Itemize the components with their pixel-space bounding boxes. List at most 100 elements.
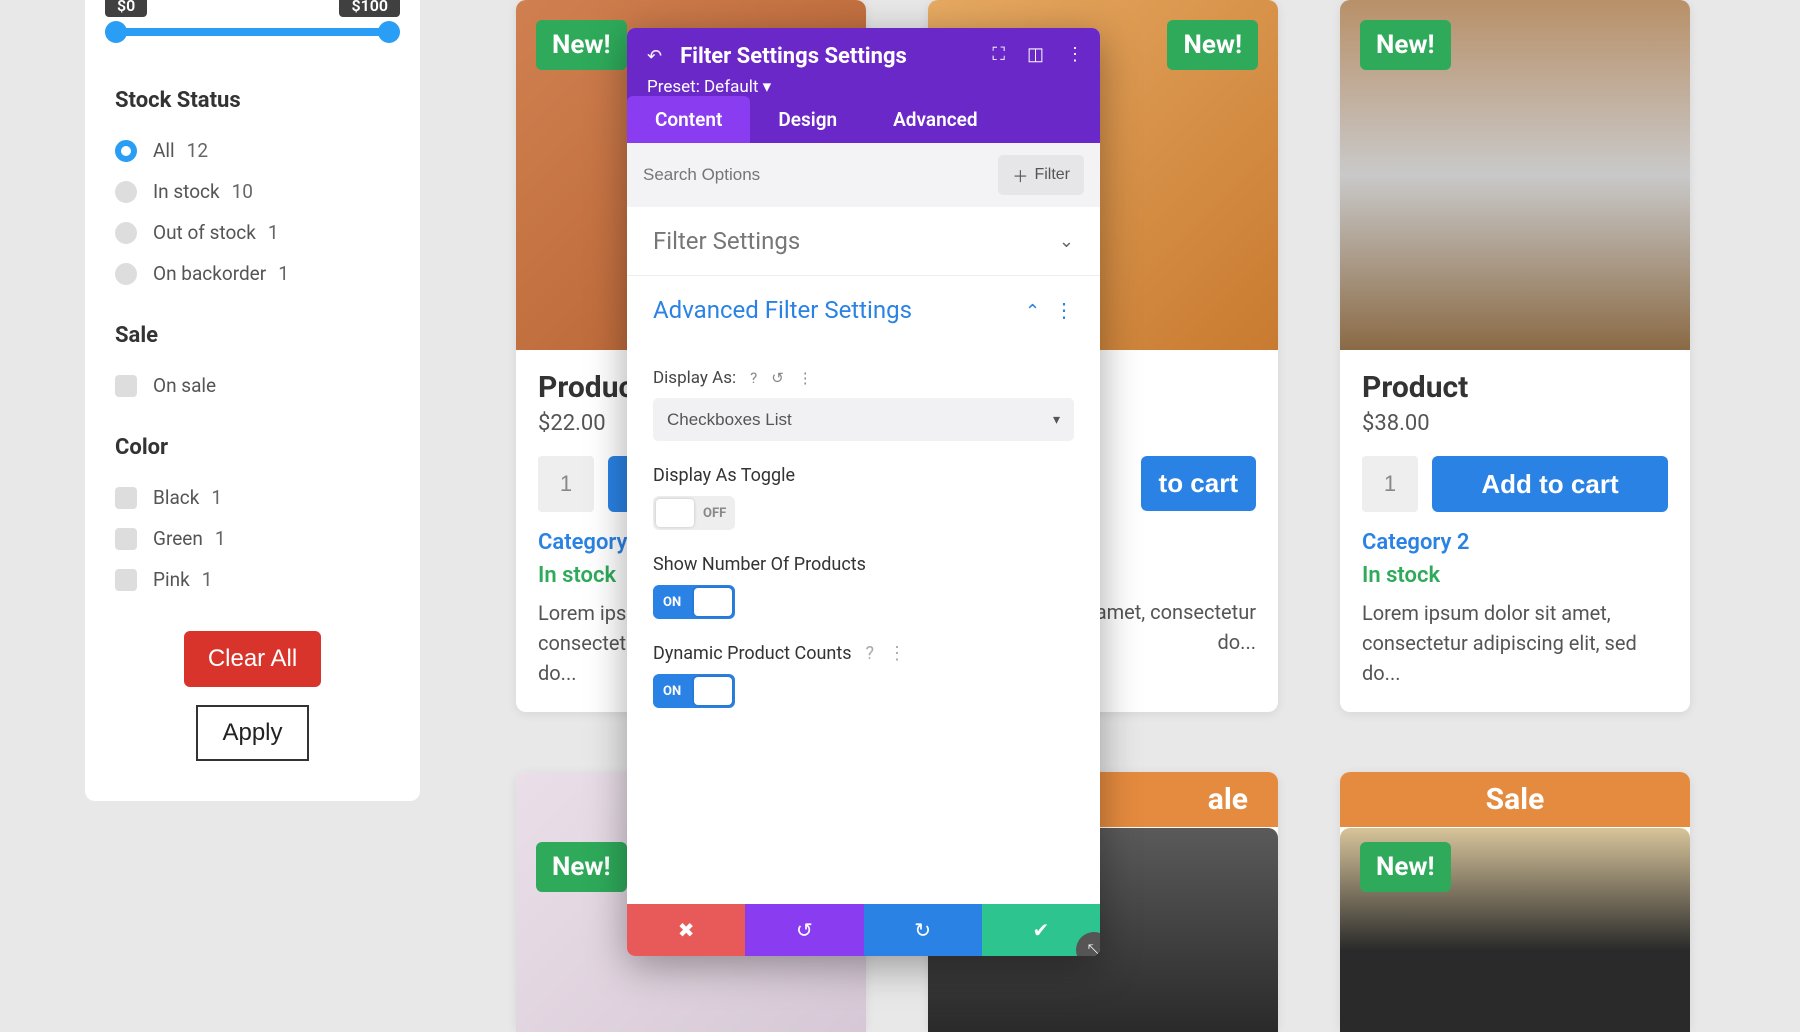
- sale-option-onsale[interactable]: On sale: [115, 374, 390, 397]
- add-to-cart-button[interactable]: Add to cart: [1432, 456, 1668, 512]
- clear-all-button[interactable]: Clear All: [184, 631, 321, 687]
- new-badge: New!: [1167, 20, 1258, 70]
- filter-sidebar: $0 $100 Stock Status All 12 In stock 10 …: [85, 0, 420, 801]
- product-stock: In stock: [1362, 563, 1668, 588]
- stock-option-outofstock[interactable]: Out of stock 1: [115, 221, 390, 244]
- toggle-state: OFF: [703, 506, 726, 521]
- radio-icon: [115, 181, 137, 203]
- option-count: 10: [232, 180, 253, 203]
- product-description: Lorem ipsum dolor sit amet, consectetur …: [1362, 598, 1668, 688]
- product-title: Product: [1362, 370, 1668, 405]
- toggle-knob: [694, 588, 732, 616]
- price-min-label: $0: [105, 0, 147, 17]
- slider-thumb-min[interactable]: [105, 21, 127, 43]
- display-as-toggle-switch[interactable]: OFF: [653, 496, 735, 530]
- option-count: 1: [278, 262, 289, 285]
- quantity-input[interactable]: [1362, 456, 1418, 512]
- product-card[interactable]: Sale New!: [1340, 772, 1690, 1032]
- toggle-knob: [694, 677, 732, 705]
- option-count: 1: [211, 486, 222, 509]
- add-to-cart-button[interactable]: to cart: [1141, 456, 1256, 511]
- filter-add-button[interactable]: ＋ Filter: [998, 155, 1084, 195]
- stock-option-instock[interactable]: In stock 10: [115, 180, 390, 203]
- tab-advanced[interactable]: Advanced: [865, 96, 1005, 143]
- sale-badge: Sale: [1340, 772, 1690, 827]
- option-count: 1: [202, 568, 213, 591]
- quantity-input[interactable]: [538, 456, 594, 512]
- field-label: Show Number Of Products: [653, 554, 1074, 575]
- stock-status-heading: Stock Status: [115, 88, 390, 113]
- display-as-select[interactable]: Checkboxes List: [653, 398, 1074, 441]
- modal-title: Filter Settings Settings: [680, 44, 907, 69]
- cancel-button[interactable]: ✖: [627, 904, 745, 956]
- field-label: Dynamic Product Counts: [653, 643, 852, 664]
- product-category[interactable]: Category 2: [1362, 530, 1668, 555]
- help-icon[interactable]: ?: [866, 643, 875, 664]
- reset-icon[interactable]: ↺: [771, 369, 784, 387]
- more-icon[interactable]: ⋮: [888, 643, 906, 664]
- sale-heading: Sale: [115, 323, 390, 348]
- checkbox-icon: [115, 569, 137, 591]
- slider-thumb-max[interactable]: [378, 21, 400, 43]
- modal-search-bar: ＋ Filter: [627, 143, 1100, 207]
- more-icon[interactable]: ⋮: [798, 369, 813, 387]
- preset-dropdown[interactable]: Preset: Default ▾: [647, 77, 1080, 97]
- option-label: On sale: [153, 374, 216, 397]
- field-label: Display As:: [653, 368, 736, 388]
- option-count: 1: [268, 221, 279, 244]
- chevron-down-icon: ⌄: [1059, 231, 1074, 252]
- new-badge: New!: [536, 842, 627, 892]
- back-icon[interactable]: ↶: [647, 46, 662, 67]
- color-option-black[interactable]: Black 1: [115, 486, 390, 509]
- slider-track[interactable]: [115, 28, 390, 36]
- group-filter-settings[interactable]: Filter Settings ⌄: [627, 207, 1100, 276]
- apply-button[interactable]: Apply: [196, 705, 308, 761]
- new-badge: New!: [1360, 20, 1451, 70]
- search-input[interactable]: [643, 165, 908, 185]
- help-icon[interactable]: ?: [750, 369, 757, 387]
- checkbox-icon: [115, 487, 137, 509]
- columns-icon[interactable]: ◫: [1027, 44, 1044, 65]
- plus-icon: ＋: [1012, 163, 1028, 187]
- option-label: Pink: [153, 568, 190, 591]
- toggle-state: ON: [663, 595, 681, 610]
- group-title: Filter Settings: [653, 227, 800, 255]
- option-count: 1: [215, 527, 226, 550]
- stock-option-backorder[interactable]: On backorder 1: [115, 262, 390, 285]
- field-display-as: Display As: ? ↺ ⋮ Checkboxes List ▾: [627, 344, 1100, 441]
- modal-tabs: Content Design Advanced: [627, 96, 1100, 143]
- toggle-knob: [656, 499, 694, 527]
- product-price: $38.00: [1362, 411, 1668, 436]
- color-option-green[interactable]: Green 1: [115, 527, 390, 550]
- filter-btn-label: Filter: [1034, 166, 1070, 184]
- dynamic-counts-toggle-switch[interactable]: ON: [653, 674, 735, 708]
- price-max-label: $100: [339, 0, 400, 17]
- more-icon[interactable]: ⋮: [1054, 298, 1074, 322]
- group-advanced-filter-settings[interactable]: Advanced Filter Settings ⌃ ⋮: [627, 276, 1100, 344]
- radio-icon: [115, 140, 137, 162]
- more-icon[interactable]: ⋮: [1066, 44, 1084, 65]
- modal-footer: ✖ ↺ ↻ ✔: [627, 904, 1100, 956]
- toggle-state: ON: [663, 684, 681, 699]
- show-number-toggle-switch[interactable]: ON: [653, 585, 735, 619]
- checkbox-icon: [115, 375, 137, 397]
- price-range-slider[interactable]: $0 $100: [105, 0, 400, 50]
- chevron-up-icon: ⌃: [1025, 301, 1040, 322]
- radio-icon: [115, 263, 137, 285]
- tab-design[interactable]: Design: [750, 96, 865, 143]
- redo-button[interactable]: ↻: [864, 904, 982, 956]
- option-label: In stock: [153, 180, 220, 203]
- filter-settings-modal: ↶ Filter Settings Settings Preset: Defau…: [627, 28, 1100, 956]
- option-count: 12: [187, 139, 208, 162]
- radio-icon: [115, 222, 137, 244]
- new-badge: New!: [536, 20, 627, 70]
- stock-option-all[interactable]: All 12: [115, 139, 390, 162]
- product-card[interactable]: New! Product $38.00 Add to cart Category…: [1340, 0, 1690, 712]
- option-label: Green: [153, 527, 203, 550]
- color-option-pink[interactable]: Pink 1: [115, 568, 390, 591]
- expand-icon[interactable]: ⛶: [992, 44, 1005, 65]
- group-title: Advanced Filter Settings: [653, 296, 912, 324]
- color-heading: Color: [115, 435, 390, 460]
- tab-content[interactable]: Content: [627, 96, 750, 143]
- undo-button[interactable]: ↺: [745, 904, 863, 956]
